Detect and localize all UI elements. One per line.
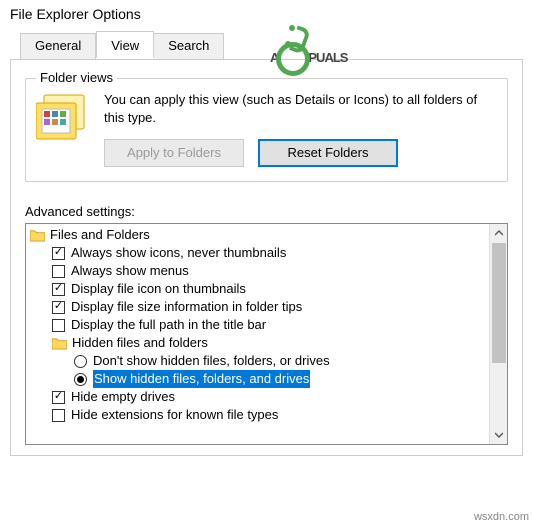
tree-root-files-folders[interactable]: Files and Folders bbox=[28, 226, 487, 244]
opt-label: Display file size information in folder … bbox=[71, 298, 302, 316]
scroll-down-button[interactable] bbox=[490, 426, 507, 444]
opt-label-selected: Show hidden files, folders, and drives bbox=[93, 370, 310, 388]
folder-views-icon bbox=[36, 91, 92, 141]
reset-folders-button[interactable]: Reset Folders bbox=[258, 139, 398, 167]
checkbox-icon[interactable] bbox=[52, 247, 65, 260]
opt-hide-ext[interactable]: Hide extensions for known file types bbox=[28, 406, 487, 424]
checkbox-icon[interactable] bbox=[52, 319, 65, 332]
window-title: File Explorer Options bbox=[0, 0, 533, 32]
tree-root-label: Files and Folders bbox=[50, 226, 150, 244]
scroll-up-button[interactable] bbox=[490, 224, 507, 242]
checkbox-icon[interactable] bbox=[52, 283, 65, 296]
checkbox-icon[interactable] bbox=[52, 265, 65, 278]
opt-label: Always show icons, never thumbnails bbox=[71, 244, 286, 262]
opt-file-size-tips[interactable]: Display file size information in folder … bbox=[28, 298, 487, 316]
opt-label: Hide empty drives bbox=[71, 388, 175, 406]
radio-icon[interactable] bbox=[74, 355, 87, 368]
tab-strip: General View Search bbox=[0, 33, 533, 60]
advanced-settings-label: Advanced settings: bbox=[25, 204, 508, 219]
folder-views-description: You can apply this view (such as Details… bbox=[104, 91, 497, 127]
chevron-up-icon bbox=[495, 230, 503, 236]
opt-dont-show-hidden[interactable]: Don't show hidden files, folders, or dri… bbox=[28, 352, 487, 370]
opt-label: Always show menus bbox=[71, 262, 189, 280]
tree-content: Files and Folders Always show icons, nev… bbox=[26, 224, 489, 444]
tab-content-view: Folder views You can apply this view (su… bbox=[10, 59, 523, 456]
tree-hidden-group[interactable]: Hidden files and folders bbox=[28, 334, 487, 352]
tree-group-label: Hidden files and folders bbox=[72, 334, 208, 352]
checkbox-icon[interactable] bbox=[52, 391, 65, 404]
opt-always-icons[interactable]: Always show icons, never thumbnails bbox=[28, 244, 487, 262]
opt-show-hidden[interactable]: Show hidden files, folders, and drives bbox=[28, 370, 487, 388]
chevron-down-icon bbox=[495, 432, 503, 438]
opt-label: Don't show hidden files, folders, or dri… bbox=[93, 352, 330, 370]
folder-icon bbox=[52, 337, 67, 350]
radio-icon[interactable] bbox=[74, 373, 87, 386]
scroll-thumb[interactable] bbox=[492, 243, 506, 363]
checkbox-icon[interactable] bbox=[52, 301, 65, 314]
opt-full-path-title[interactable]: Display the full path in the title bar bbox=[28, 316, 487, 334]
folder-views-label: Folder views bbox=[36, 70, 117, 85]
checkbox-icon[interactable] bbox=[52, 409, 65, 422]
source-watermark: wsxdn.com bbox=[474, 511, 529, 523]
tab-general[interactable]: General bbox=[20, 33, 96, 60]
tree-scrollbar[interactable] bbox=[489, 224, 507, 444]
folder-icon bbox=[30, 229, 45, 242]
tab-view[interactable]: View bbox=[96, 31, 154, 58]
opt-label: Display file icon on thumbnails bbox=[71, 280, 246, 298]
opt-label: Hide extensions for known file types bbox=[71, 406, 278, 424]
tab-search[interactable]: Search bbox=[154, 33, 224, 60]
advanced-settings-tree: Files and Folders Always show icons, nev… bbox=[25, 223, 508, 445]
apply-to-folders-button: Apply to Folders bbox=[104, 139, 244, 167]
folder-views-group: Folder views You can apply this view (su… bbox=[25, 78, 508, 182]
opt-hide-empty[interactable]: Hide empty drives bbox=[28, 388, 487, 406]
opt-label: Display the full path in the title bar bbox=[71, 316, 266, 334]
opt-file-icon-thumb[interactable]: Display file icon on thumbnails bbox=[28, 280, 487, 298]
opt-always-menus[interactable]: Always show menus bbox=[28, 262, 487, 280]
